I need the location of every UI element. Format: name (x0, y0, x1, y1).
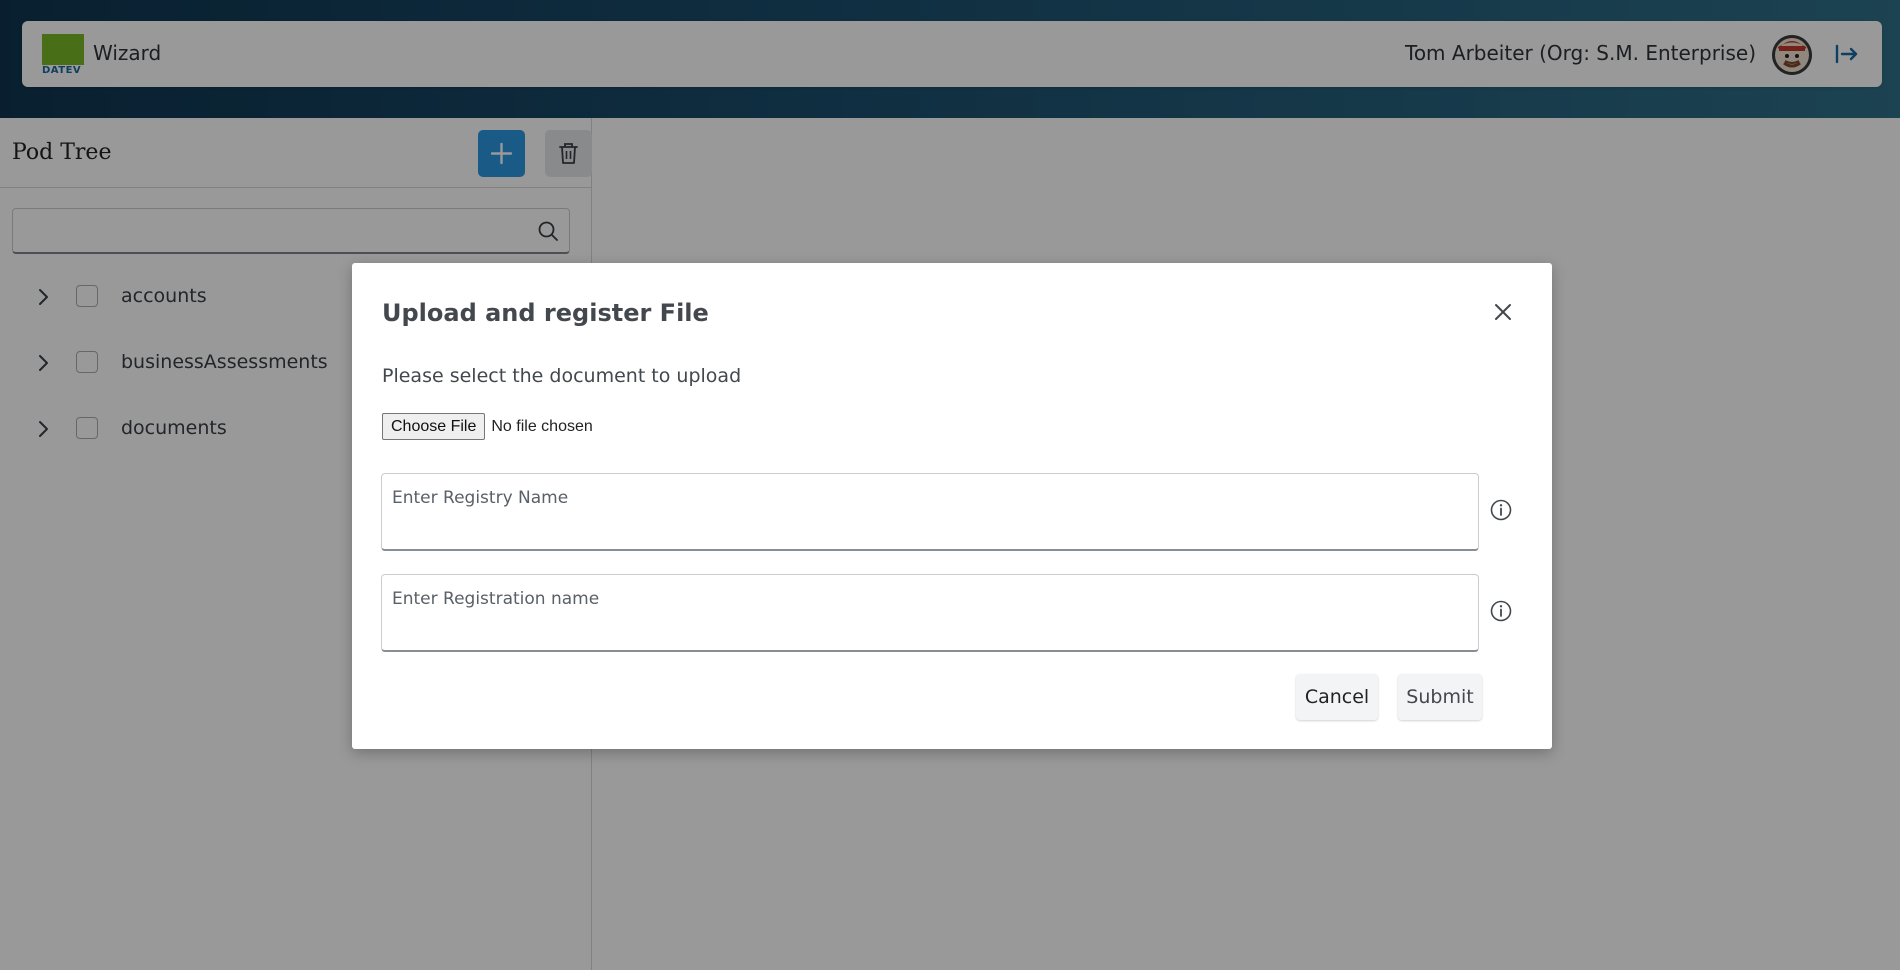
app-page: DATEV Wizard Tom Arbeiter (Org: S.M. Ent… (0, 0, 1900, 970)
dialog-description: Please select the document to upload (382, 365, 742, 387)
close-icon[interactable] (1492, 301, 1514, 323)
registration-name-placeholder: Enter Registration name (392, 589, 600, 609)
choose-file-button[interactable]: Choose File (382, 413, 486, 440)
registry-name-field[interactable]: Enter Registry Name (381, 473, 1479, 551)
file-input: Choose File No file chosen (382, 413, 593, 440)
info-icon[interactable] (1489, 498, 1513, 522)
info-icon[interactable] (1489, 599, 1513, 623)
registration-name-field[interactable]: Enter Registration name (381, 574, 1479, 652)
cancel-button[interactable]: Cancel (1296, 674, 1378, 720)
registry-name-placeholder: Enter Registry Name (392, 488, 569, 508)
file-status-text: No file chosen (491, 417, 593, 435)
submit-button[interactable]: Submit (1398, 674, 1482, 720)
dialog-title: Upload and register File (382, 299, 709, 327)
upload-register-dialog: Upload and register File Please select t… (352, 263, 1552, 749)
